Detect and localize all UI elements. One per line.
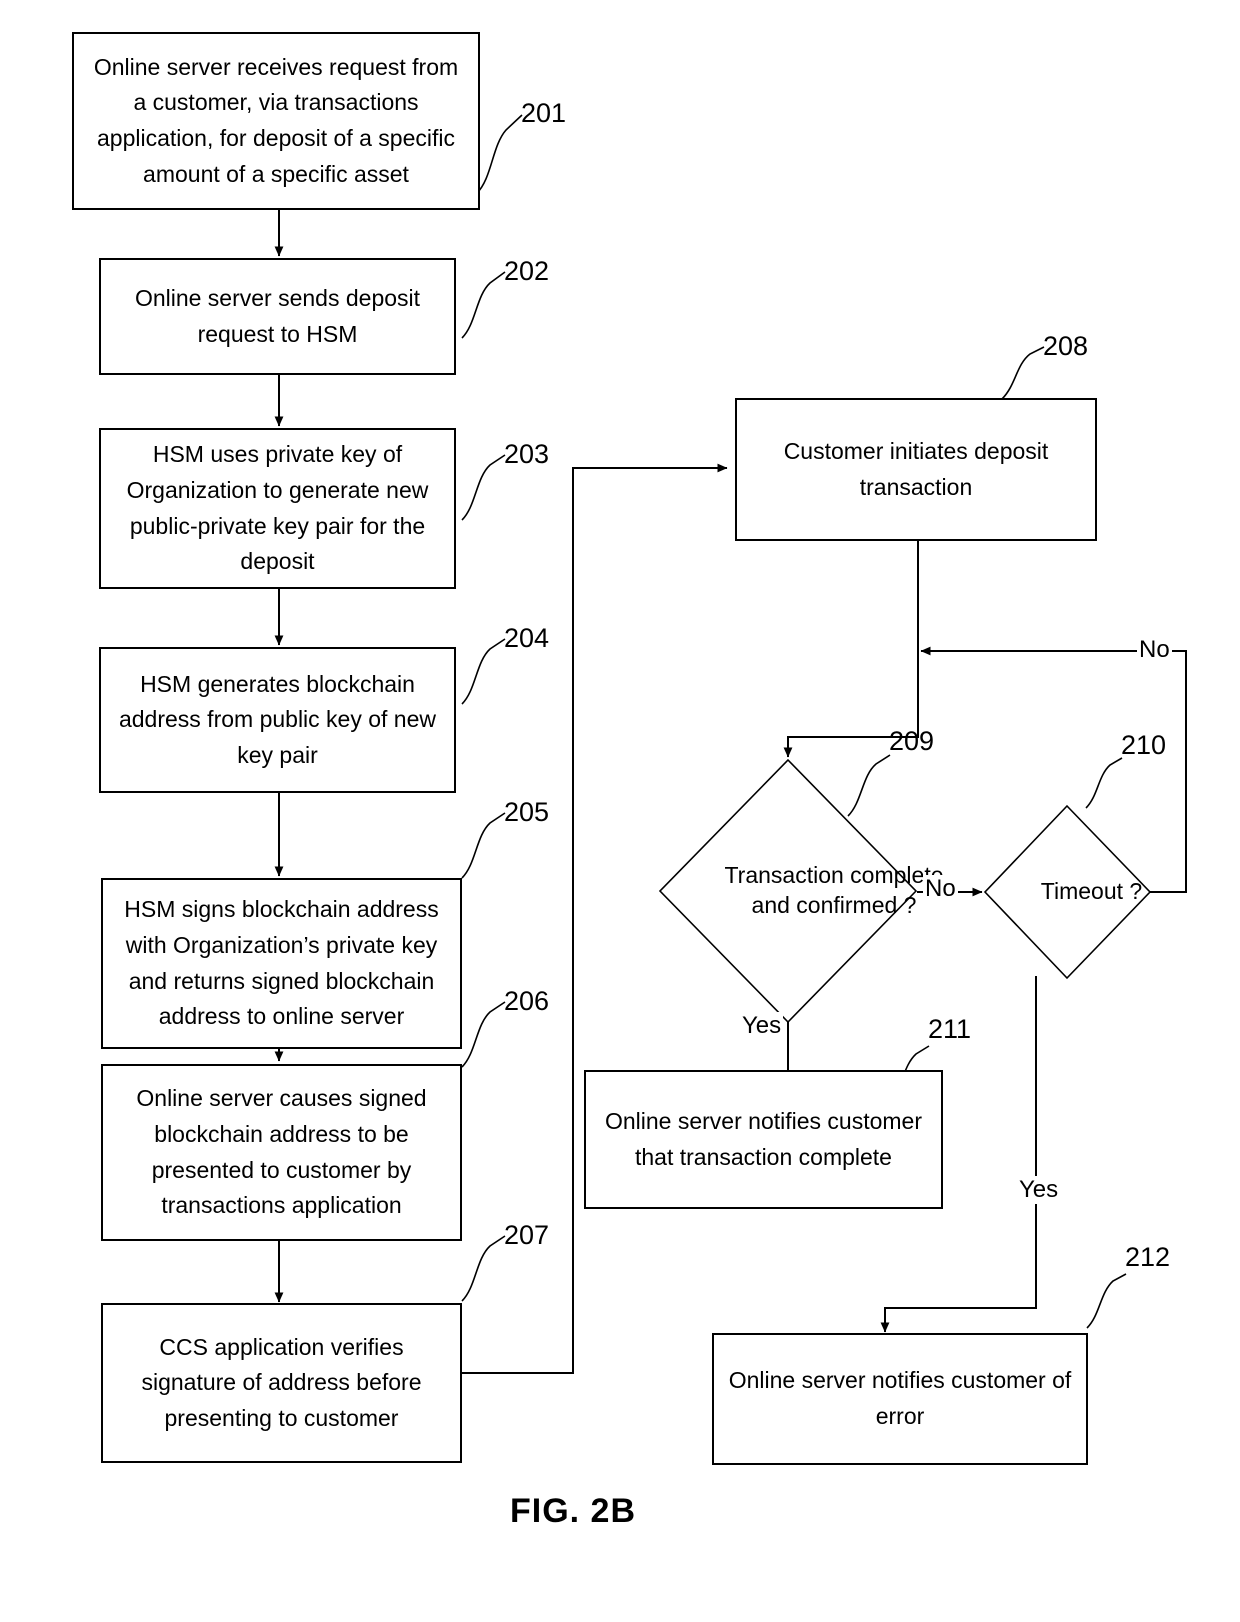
leader-205 — [461, 812, 506, 879]
edge-label-209-yes: Yes — [740, 1012, 784, 1040]
node-206[interactable]: Online server causes signed blockchain a… — [101, 1064, 462, 1241]
leader-202 — [461, 271, 506, 339]
ref-203: 203 — [504, 439, 550, 469]
edge-label-209-no: No — [923, 875, 958, 903]
figure-caption: FIG. 2B — [510, 1492, 637, 1530]
node-208[interactable]: Customer initiates deposit transaction — [735, 398, 1097, 541]
leader-207 — [461, 1235, 506, 1302]
node-204-label: HSM generates blockchain address from pu… — [118, 670, 437, 768]
leader-204 — [461, 638, 506, 705]
ref-208: 208 — [1043, 331, 1089, 361]
ref-201: 201 — [521, 98, 567, 128]
ref-204: 204 — [504, 623, 550, 653]
leader-206 — [461, 1001, 506, 1068]
node-206-label: Online server causes signed blockchain a… — [136, 1085, 427, 1219]
node-208-label: Customer initiates deposit transaction — [783, 437, 1049, 500]
node-205[interactable]: HSM signs blockchain address with Organi… — [101, 878, 462, 1049]
ref-207: 207 — [504, 1220, 550, 1250]
node-207[interactable]: CCS application verifies signature of ad… — [101, 1303, 462, 1463]
leader-208 — [1001, 346, 1045, 400]
leader-212 — [1086, 1273, 1127, 1329]
edge-label-210-no: No — [1137, 636, 1172, 664]
node-203[interactable]: HSM uses private key of Organization to … — [99, 428, 456, 589]
ref-206: 206 — [504, 986, 550, 1016]
ref-209: 209 — [889, 726, 935, 756]
node-210[interactable]: Timeout ? — [983, 804, 1152, 980]
node-204[interactable]: HSM generates blockchain address from pu… — [99, 647, 456, 793]
node-201[interactable]: Online server receives request from a cu… — [72, 32, 480, 210]
leader-201 — [476, 114, 523, 194]
edge-208-209 — [783, 540, 919, 758]
leader-210 — [1085, 757, 1123, 809]
leader-203 — [461, 454, 506, 521]
node-209[interactable]: Transaction complete and confirmed ? — [658, 758, 944, 1024]
node-205-label: HSM signs blockchain address with Organi… — [124, 896, 439, 1030]
node-201-label: Online server receives request from a cu… — [93, 53, 459, 187]
node-207-label: CCS application verifies signature of ad… — [141, 1333, 422, 1431]
node-211-label: Online server notifies customer that tra… — [604, 1107, 922, 1170]
ref-205: 205 — [504, 797, 550, 827]
node-212-label: Online server notifies customer of error — [728, 1367, 1072, 1429]
node-212[interactable]: Online server notifies customer of error — [712, 1333, 1088, 1465]
node-202[interactable]: Online server sends deposit request to H… — [99, 258, 456, 375]
node-203-label: HSM uses private key of Organization to … — [126, 441, 429, 575]
node-202-label: Online server sends deposit request to H… — [134, 284, 421, 347]
node-211[interactable]: Online server notifies customer that tra… — [584, 1070, 943, 1209]
node-210-label: Timeout ? — [1040, 878, 1143, 905]
ref-212: 212 — [1125, 1242, 1171, 1272]
ref-202: 202 — [504, 256, 550, 286]
figure-canvas: Online server receives request from a cu… — [0, 0, 1240, 1622]
ref-210: 210 — [1121, 730, 1167, 760]
ref-211: 211 — [928, 1014, 972, 1044]
edge-label-210-yes: Yes — [1017, 1176, 1061, 1204]
